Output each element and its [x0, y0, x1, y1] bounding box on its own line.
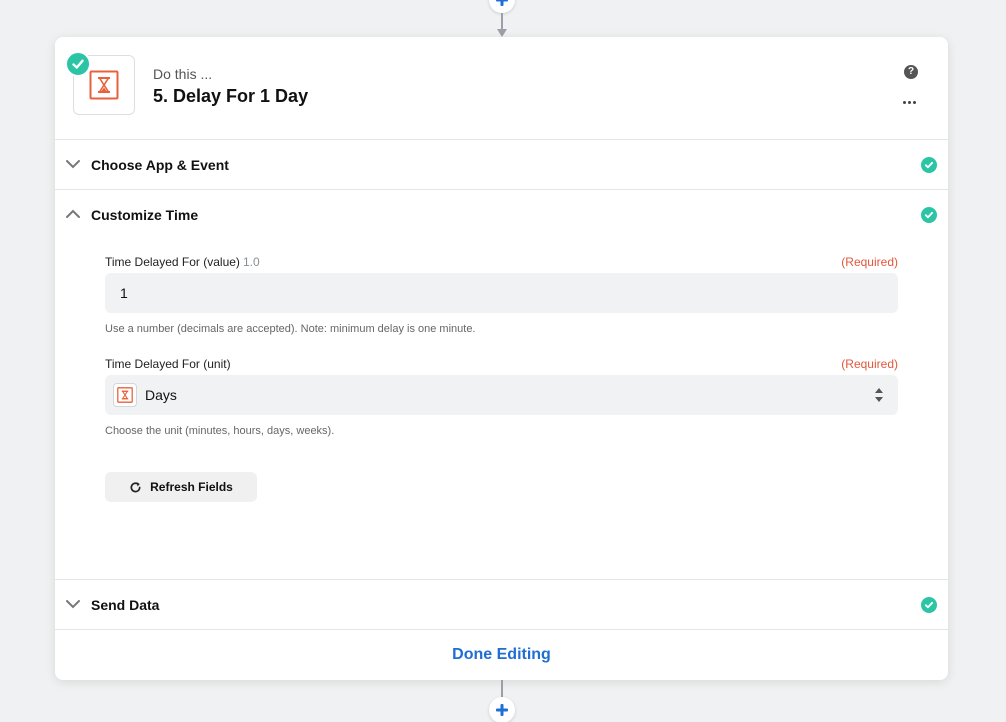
- check-circle-icon: [921, 597, 937, 613]
- add-step-below-button[interactable]: [489, 697, 515, 722]
- section-header-customize-time[interactable]: Customize Time: [55, 190, 948, 240]
- unit-field-label: Time Delayed For (unit): [105, 357, 231, 371]
- sort-arrows-icon: [875, 388, 883, 402]
- delay-value-text: 1: [120, 285, 128, 301]
- step-card: Do this ... 5. Delay For 1 Day ? Choose …: [55, 37, 948, 680]
- section-label-customize-time: Customize Time: [91, 207, 199, 223]
- done-editing-row: Done Editing: [55, 630, 948, 680]
- delay-unit-value: Days: [145, 387, 177, 403]
- hourglass-icon: [89, 70, 119, 100]
- section-choose-app-event[interactable]: Choose App & Event: [55, 140, 948, 190]
- step-title[interactable]: 5. Delay For 1 Day: [153, 86, 308, 107]
- value-required-badge: (Required): [841, 255, 898, 269]
- connector-line-top: [501, 13, 503, 29]
- step-subtitle: Do this ...: [153, 66, 213, 82]
- help-icon[interactable]: ?: [904, 65, 918, 79]
- connector-arrow: [497, 29, 507, 37]
- chevron-up-icon: [66, 209, 80, 218]
- step-header: Do this ... 5. Delay For 1 Day ?: [55, 37, 948, 140]
- done-editing-button[interactable]: Done Editing: [452, 646, 551, 664]
- chevron-down-icon: [66, 600, 80, 609]
- value-field-hint: 1.0: [242, 255, 260, 269]
- step-complete-icon: [65, 51, 91, 77]
- add-step-above-button[interactable]: [489, 0, 515, 13]
- delay-value-input[interactable]: 1: [105, 273, 898, 313]
- chevron-down-icon: [66, 160, 80, 169]
- unit-help-text: Choose the unit (minutes, hours, days, w…: [105, 425, 335, 437]
- value-help-text: Use a number (decimals are accepted). No…: [105, 323, 476, 335]
- section-label-choose-app: Choose App & Event: [91, 157, 229, 173]
- section-send-data[interactable]: Send Data: [55, 580, 948, 630]
- unit-required-badge: (Required): [841, 357, 898, 371]
- value-field-label-text: Time Delayed For (value): [105, 255, 240, 269]
- refresh-fields-button[interactable]: Refresh Fields: [105, 472, 257, 502]
- editor-canvas: Do this ... 5. Delay For 1 Day ? Choose …: [0, 0, 1006, 722]
- delay-unit-select[interactable]: Days: [105, 375, 898, 415]
- check-circle-icon: [921, 207, 937, 223]
- value-field-label: Time Delayed For (value) 1.0: [105, 255, 260, 269]
- section-customize-time: Customize Time Time Delayed For (value) 1…: [55, 190, 948, 580]
- check-circle-icon: [921, 157, 937, 173]
- plus-icon: [496, 704, 508, 716]
- plus-icon: [496, 0, 508, 6]
- refresh-icon: [130, 481, 141, 492]
- refresh-fields-label: Refresh Fields: [150, 480, 233, 494]
- hourglass-icon: [113, 383, 137, 407]
- more-options-icon[interactable]: [903, 101, 916, 104]
- connector-line-bottom: [501, 680, 503, 698]
- section-label-send-data: Send Data: [91, 597, 160, 613]
